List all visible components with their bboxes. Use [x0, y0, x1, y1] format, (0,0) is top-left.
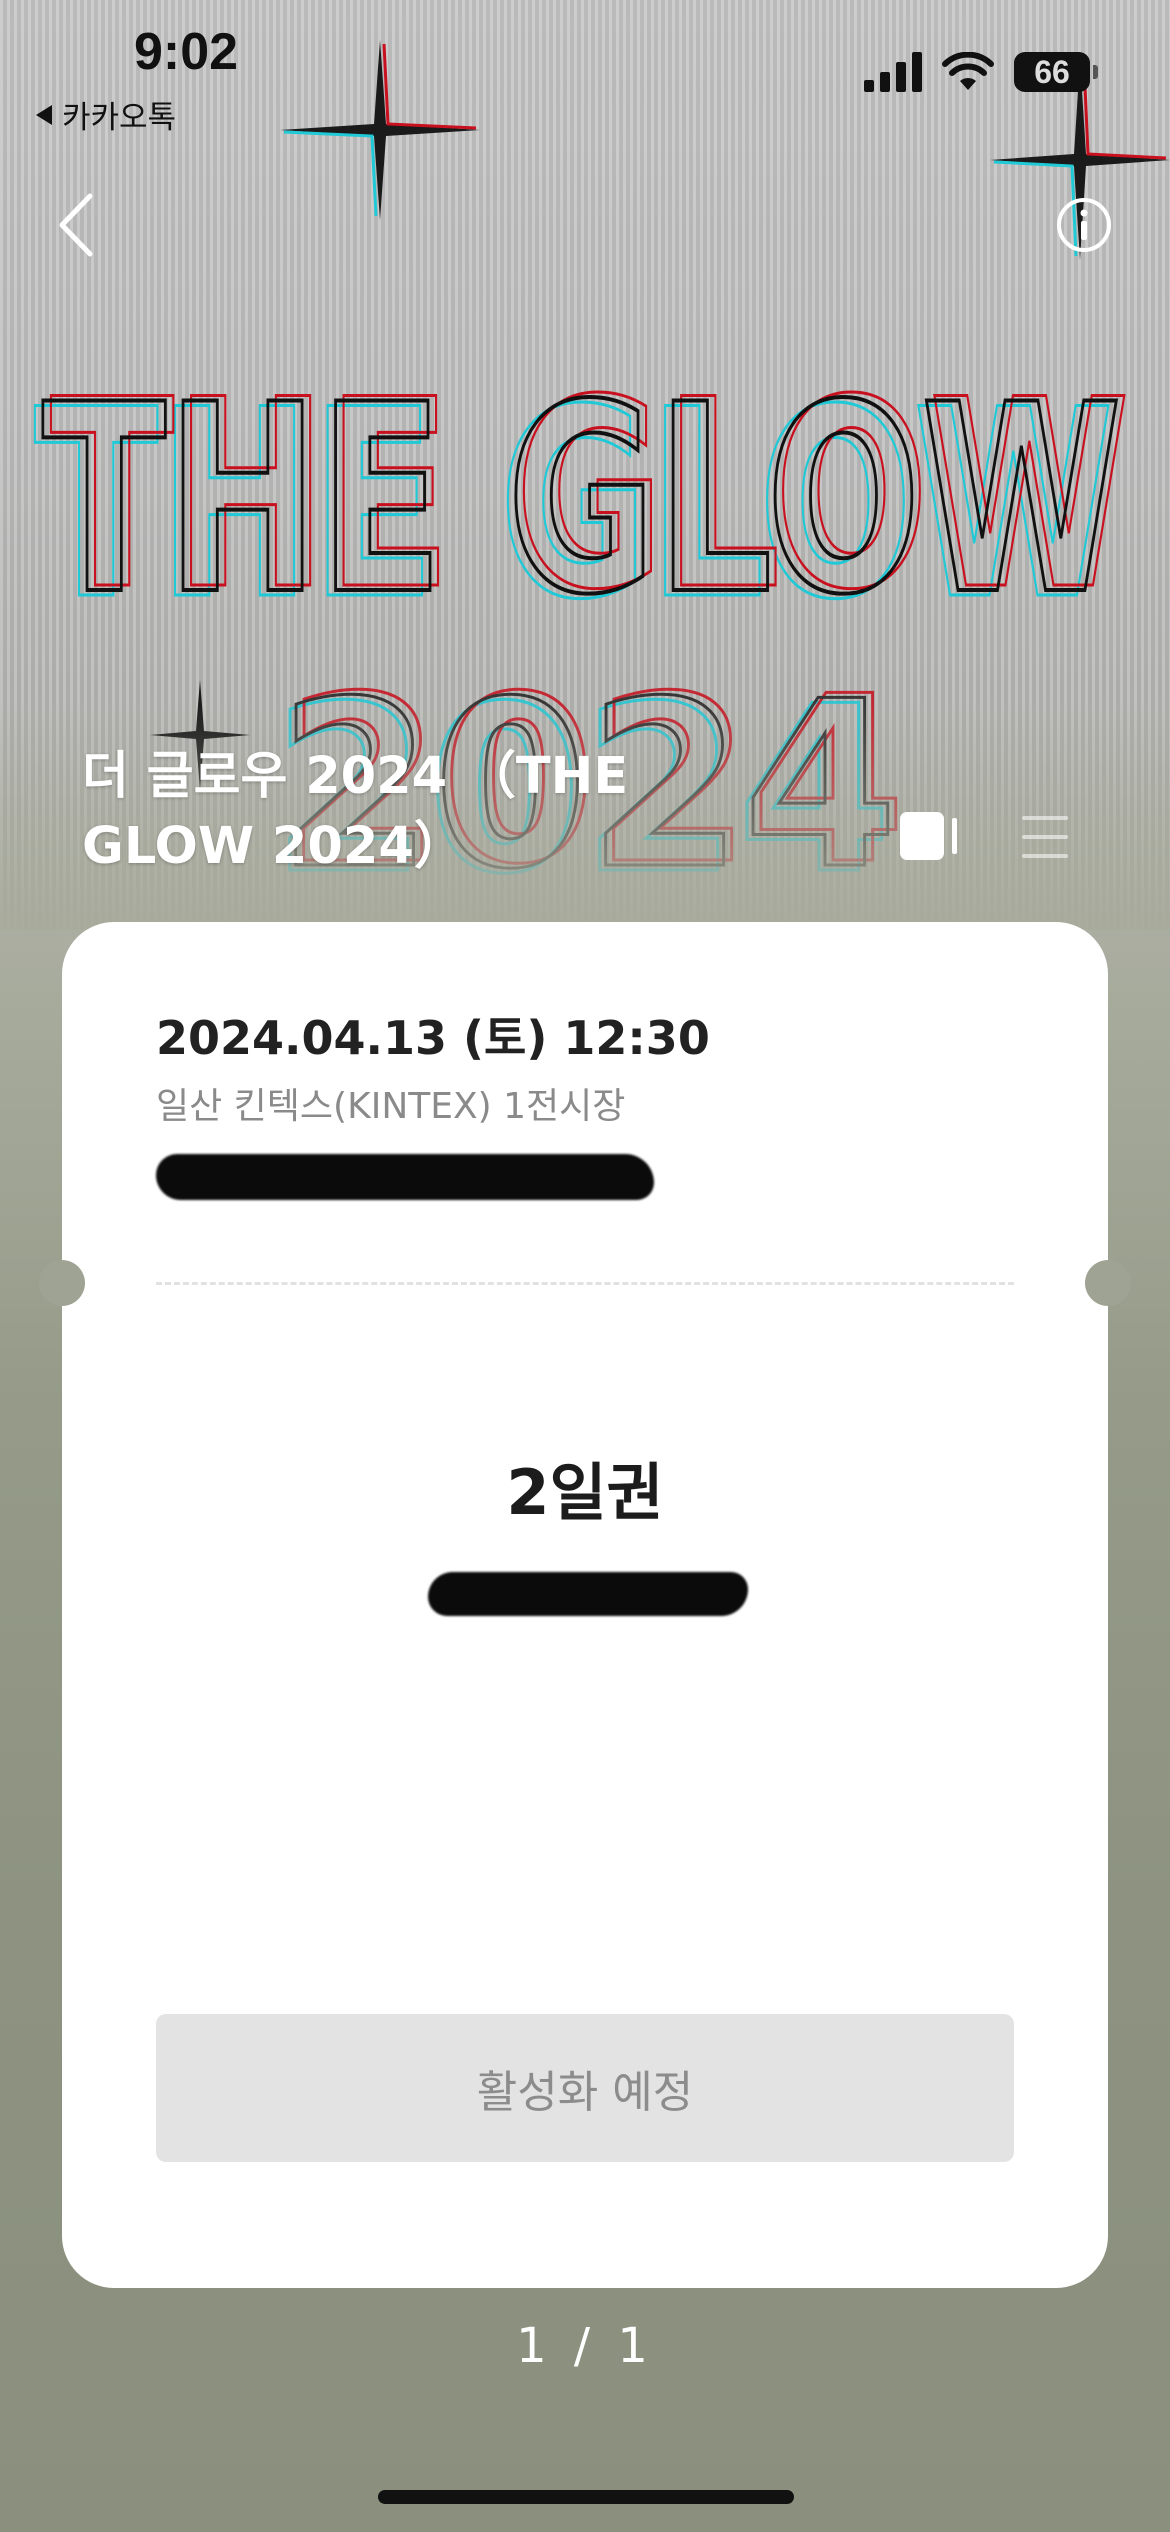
chevron-left-icon[interactable] — [48, 190, 108, 260]
ticket-venue: 일산 킨텍스(KINTEX) 1전시장 — [156, 1086, 626, 1127]
redacted-seat-info — [156, 1154, 654, 1200]
status-icons: 66 — [864, 52, 1098, 92]
ticket-notch-right — [1085, 1260, 1131, 1306]
event-title: 더 글로우 2024 （THE GLOW 2024） — [82, 747, 629, 876]
back-to-app-link[interactable]: 카카오톡 — [36, 92, 176, 137]
redacted-ticket-number — [428, 1572, 748, 1616]
ticket-notch-left — [39, 1260, 85, 1306]
activation-pending-button[interactable]: 활성화 예정 — [156, 2014, 1014, 2162]
ticket-type: 2일권 — [506, 1456, 664, 1529]
sparkle-icon — [280, 40, 480, 220]
cellular-signal-icon — [864, 52, 922, 92]
list-view-icon[interactable] — [1020, 812, 1070, 862]
info-circle-icon[interactable] — [1054, 195, 1114, 255]
home-indicator[interactable] — [378, 2490, 794, 2504]
wifi-icon — [942, 52, 994, 90]
ticket-card[interactable]: 2024.04.13 (토) 12:30 일산 킨텍스(KINTEX) 1전시장… — [62, 922, 1108, 2288]
poster-headline-black: THE GLOW — [42, 350, 1122, 652]
card-view-icon[interactable] — [900, 810, 962, 862]
back-app-label: 카카오톡 — [62, 100, 177, 136]
battery-icon: 66 — [1014, 52, 1098, 92]
ticket-perforation — [156, 1282, 1014, 1285]
page-indicator: 1 / 1 — [516, 2318, 654, 2374]
battery-level: 66 — [1034, 53, 1070, 90]
poster-headline-art: THE GLOW THE GLOW THE GLOW — [33, 344, 1132, 659]
status-time: 9:02 — [134, 23, 239, 81]
ticket-date: 2024.04.13 (토) 12:30 — [156, 1011, 710, 1065]
back-triangle-icon — [36, 104, 52, 125]
